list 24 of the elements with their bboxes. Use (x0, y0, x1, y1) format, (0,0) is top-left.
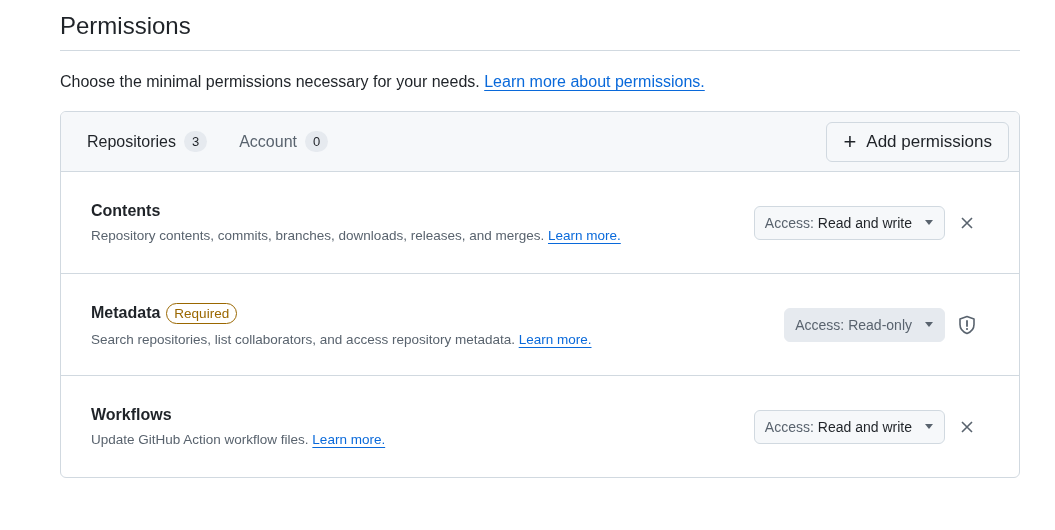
caret-icon (924, 219, 934, 226)
caret-icon (924, 423, 934, 430)
close-icon[interactable] (960, 419, 974, 434)
shield-icon (958, 314, 976, 335)
close-icon[interactable] (960, 215, 974, 230)
permission-description: Search repositories, list collaborators, and access repository metadata. Learn more. (91, 331, 593, 347)
add-permissions-button[interactable]: + Add permissions (826, 121, 1009, 162)
section-heading: Permissions (60, 12, 1020, 51)
tab[interactable]: Repositories 3 (87, 131, 208, 152)
tab[interactable]: Account 0 (239, 131, 329, 152)
count-badge: 3 (183, 131, 208, 152)
permission-name: Workflows (91, 406, 172, 424)
caret-icon (924, 321, 934, 328)
count-badge: 0 (305, 131, 329, 152)
access-dropdown[interactable]: Access: Read and write (753, 205, 945, 240)
permission-name: Metadata (91, 304, 161, 322)
access-dropdown[interactable]: Access: Read and write (753, 409, 945, 444)
permission-description: Update GitHub Action workflow files. Learn more. (91, 432, 387, 447)
intro-text: Choose the minimal permissions necessary for your needs. Learn more about permissions. (60, 73, 706, 91)
learn-more-link[interactable]: Learn more about permissions. (484, 73, 705, 90)
permission-name: Contents (91, 202, 161, 220)
learn-more-link[interactable]: Learn more. (312, 432, 386, 447)
learn-more-link[interactable]: Learn more. (548, 228, 621, 243)
permission-description: Repository contents, commits, branches, downloads, releases, and merges. Learn more. (91, 228, 622, 243)
